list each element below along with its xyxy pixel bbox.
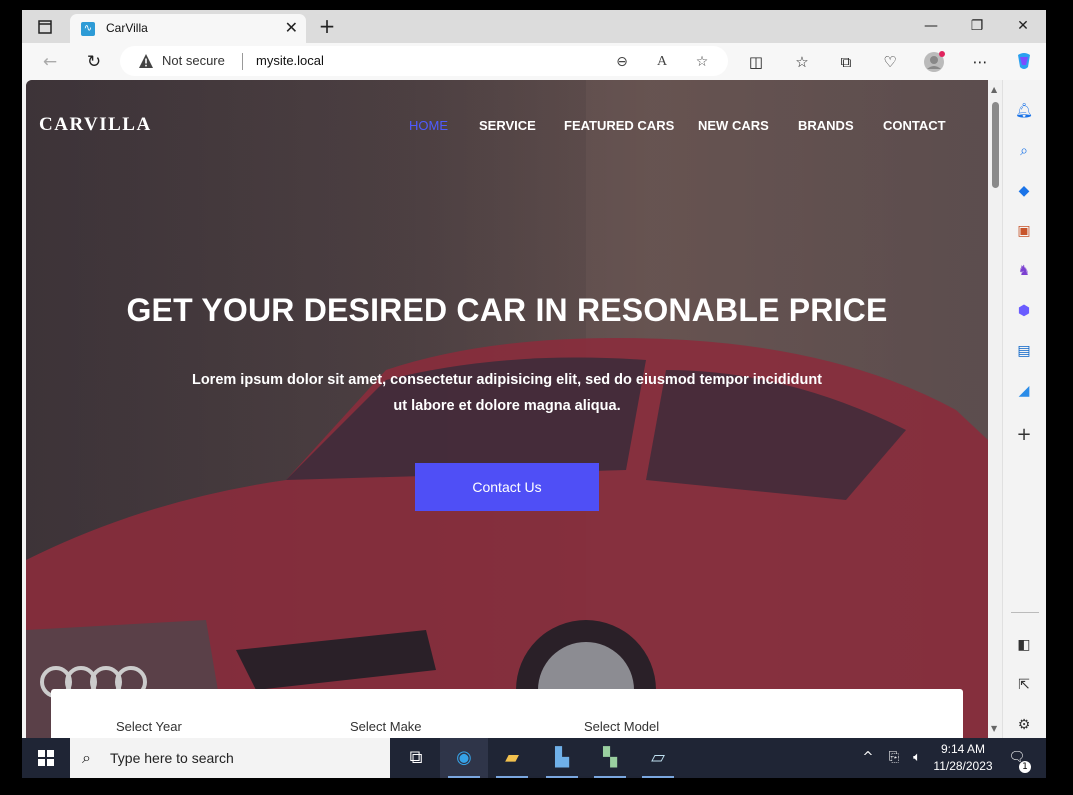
desktop: ∿ CarVilla ✕ + — ❐ ✕ ← ↻ Not secure mysi… [0, 0, 1073, 795]
app-icon-3[interactable]: ▱ [634, 738, 682, 778]
nav-new-cars[interactable]: NEW CARS [698, 118, 769, 133]
app-icon-2[interactable]: ▚ [586, 738, 634, 778]
split-screen-icon[interactable]: ◫ [744, 51, 768, 73]
games-icon[interactable]: ♞ [1013, 260, 1035, 282]
more-options-icon[interactable]: ⋯ [968, 51, 992, 73]
hero-section: CARVILLA HOME SERVICE FEATURED CARS NEW … [26, 80, 988, 738]
task-view-button[interactable]: ⧉ [392, 738, 440, 778]
profile-avatar[interactable] [922, 51, 946, 73]
profile-icon [924, 51, 945, 72]
windows-taskbar: ⌕ Type here to search ⧉ ◉ ▰ ▙ ▚ ▱ ^ ⎘ 🔈︎… [22, 738, 1046, 778]
network-icon[interactable]: ⎘ [882, 738, 906, 778]
outlook-icon[interactable]: ▤ [1013, 340, 1035, 362]
scroll-up-icon[interactable]: ▲ [991, 85, 997, 94]
edge-taskbar-icon[interactable]: ◉ [440, 738, 488, 778]
select-make-label[interactable]: Select Make [350, 719, 422, 734]
collections-icon[interactable]: ⧉ [834, 51, 858, 73]
page-viewport: CARVILLA HOME SERVICE FEATURED CARS NEW … [26, 80, 988, 738]
tab-actions-button[interactable] [30, 16, 60, 38]
app-running-indicator [594, 776, 626, 778]
address-divider [242, 53, 243, 70]
tab-strip: ∿ CarVilla ✕ + — ❐ ✕ [22, 10, 1046, 43]
bell-icon[interactable]: 🔔︎ [1013, 100, 1035, 122]
refresh-button[interactable]: ↻ [82, 50, 106, 74]
nav-contact[interactable]: CONTACT [883, 118, 946, 133]
active-app-indicator [448, 776, 480, 778]
copilot-icon[interactable] [1012, 51, 1036, 73]
windows-logo-icon [38, 750, 54, 766]
browser-essentials-icon[interactable]: ♡ [878, 51, 902, 73]
clock-time: 9:14 AM [940, 742, 986, 756]
scroll-down-icon[interactable]: ▼ [991, 724, 997, 733]
copilot-logo-icon [1018, 53, 1030, 69]
address-bar[interactable]: Not secure mysite.local ⊖ A ☆ [120, 46, 728, 76]
taskbar-search-placeholder: Type here to search [110, 750, 234, 766]
nav-service[interactable]: SERVICE [479, 118, 536, 133]
notification-icon[interactable]: 🗨︎ 1 [1002, 738, 1032, 778]
restore-button[interactable]: ❐ [954, 10, 1000, 43]
system-clock[interactable]: 9:14 AM 11/28/2023 [927, 741, 999, 775]
favorites-icon[interactable]: ☆ [790, 51, 814, 73]
add-app-icon[interactable]: + [1013, 424, 1035, 446]
browser-tab[interactable]: ∿ CarVilla ✕ [70, 14, 306, 43]
nav-brands[interactable]: BRANDS [798, 118, 854, 133]
edge-sidebar: 🔔︎ ⌕ ◆ ▣ ♞ ⬢ ▤ ◢ + ◧ ⇱ ⚙ [1002, 80, 1046, 738]
sidebar-panel-icon[interactable]: ◧ [1013, 634, 1035, 656]
app-running-indicator [642, 776, 674, 778]
select-model-label[interactable]: Select Model [584, 719, 659, 734]
warning-icon [139, 54, 153, 68]
search-icon[interactable]: ⌕ [1013, 140, 1035, 162]
zoom-icon[interactable]: ⊖ [612, 52, 632, 72]
not-secure-label: Not secure [162, 53, 225, 68]
nav-featured-cars[interactable]: FEATURED CARS [564, 118, 674, 133]
open-external-icon[interactable]: ⇱ [1013, 674, 1035, 696]
back-button[interactable]: ← [38, 50, 62, 74]
notification-count-badge: 1 [1019, 761, 1031, 773]
close-window-button[interactable]: ✕ [1000, 10, 1046, 43]
nav-home[interactable]: HOME [409, 118, 448, 133]
app-running-indicator [496, 776, 528, 778]
new-tab-button[interactable]: + [316, 14, 338, 38]
car-search-card: Select Year Select Make Select Model [51, 689, 963, 738]
clock-date: 11/28/2023 [933, 759, 993, 773]
browser-toolbar: ← ↻ Not secure mysite.local ⊖ A ☆ ◫ ☆ ⧉ … [22, 43, 1046, 80]
drop-icon[interactable]: ◢ [1013, 380, 1035, 402]
start-button[interactable] [22, 738, 70, 778]
file-explorer-icon[interactable]: ▰ [488, 738, 536, 778]
minimize-button[interactable]: — [908, 10, 954, 43]
contact-us-button[interactable]: Contact Us [415, 463, 599, 511]
volume-muted-icon[interactable]: 🔈︎ [906, 738, 928, 778]
url-text: mysite.local [256, 53, 324, 68]
shopping-tag-icon[interactable]: ◆ [1013, 180, 1035, 202]
settings-gear-icon[interactable]: ⚙ [1013, 714, 1035, 736]
show-hidden-icons-icon[interactable]: ^ [858, 738, 878, 778]
site-favicon-icon: ∿ [81, 22, 95, 36]
browser-window: ∿ CarVilla ✕ + — ❐ ✕ ← ↻ Not secure mysi… [22, 10, 1046, 738]
sidebar-divider [1011, 612, 1039, 613]
hero-lead-text: Lorem ipsum dolor sit amet, consectetur … [191, 372, 823, 414]
app-running-indicator [546, 776, 578, 778]
tools-icon[interactable]: ▣ [1013, 220, 1035, 242]
page-scrollbar[interactable]: ▲ ▼ [988, 80, 1002, 738]
app-icon-1[interactable]: ▙ [538, 738, 586, 778]
close-tab-icon[interactable]: ✕ [285, 18, 298, 37]
search-icon: ⌕ [82, 748, 91, 767]
read-aloud-icon[interactable]: A [652, 52, 672, 72]
scroll-thumb[interactable] [992, 102, 999, 188]
hero-headline: GET YOUR DESIRED CAR IN RESONABLE PRICE [126, 292, 888, 328]
tab-actions-icon [38, 20, 52, 34]
microsoft-365-icon[interactable]: ⬢ [1013, 300, 1035, 322]
site-logo[interactable]: CARVILLA [39, 114, 152, 136]
favorite-star-icon[interactable]: ☆ [692, 52, 712, 72]
taskbar-search-box[interactable]: ⌕ Type here to search [70, 738, 390, 778]
select-year-label[interactable]: Select Year [116, 719, 182, 734]
tab-title: CarVilla [106, 21, 148, 35]
